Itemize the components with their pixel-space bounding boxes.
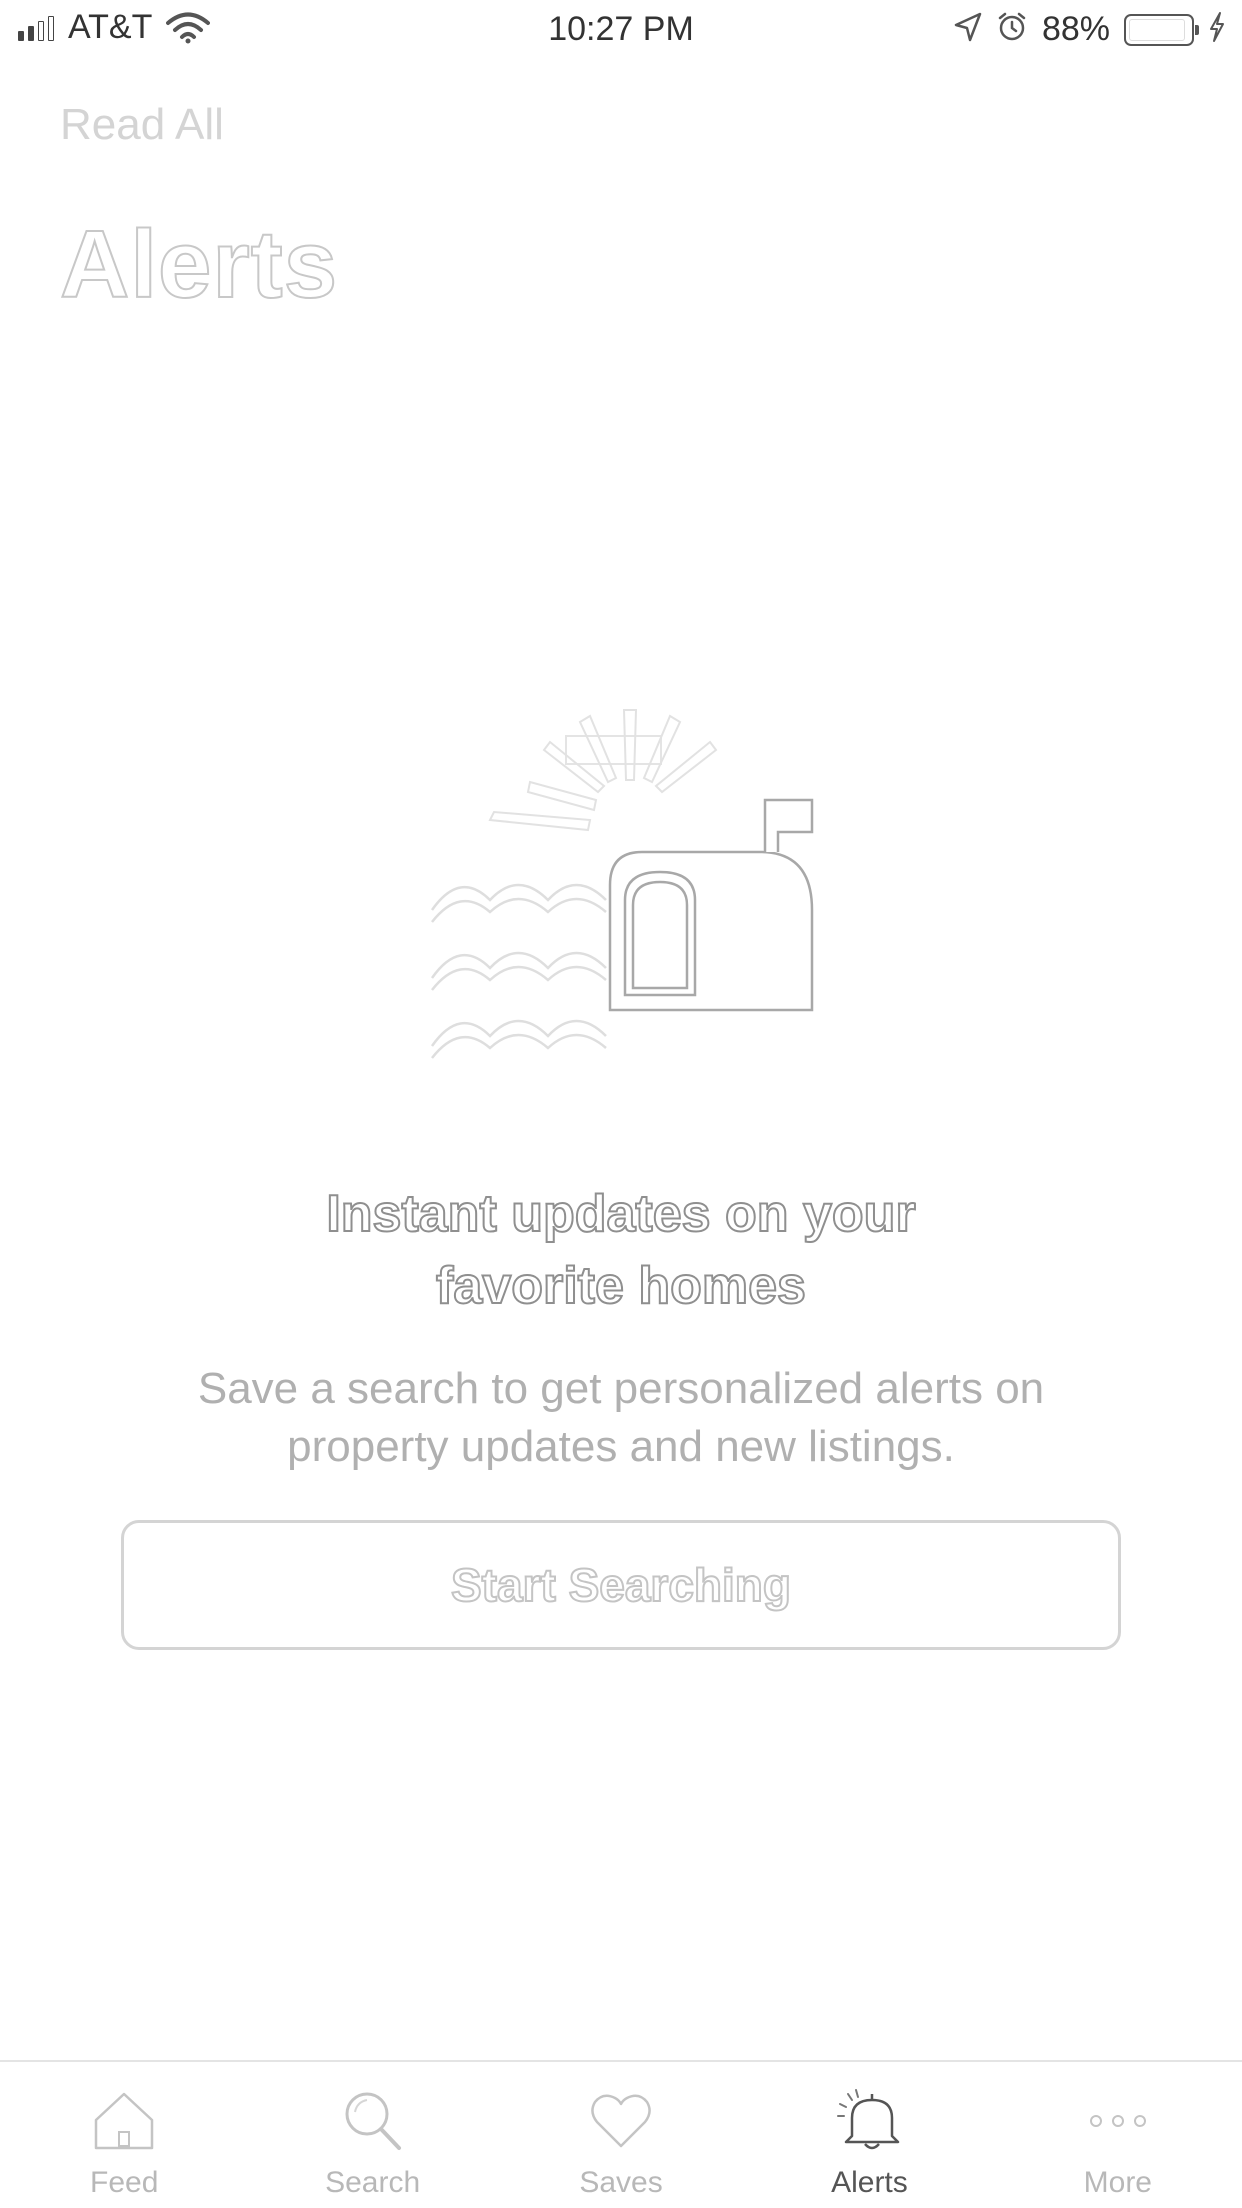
tab-label-feed: Feed [90, 2166, 159, 2199]
empty-state-description-line1: Save a search to get personalized alerts… [197, 1364, 1045, 1413]
bell-icon [834, 2088, 904, 2154]
empty-state-heading-line2: favorite homes [435, 1256, 807, 1316]
tab-label-alerts: Alerts [831, 2166, 908, 2199]
empty-state-heading: Instant updates on your favorite homes [0, 1178, 1242, 1322]
search-icon [341, 2088, 405, 2154]
tab-label-more: More [1083, 2166, 1152, 2199]
alerts-screen: AT&T 10:27 PM 88% Read All Alerts Instan… [0, 0, 1242, 2208]
alarm-clock-icon [996, 11, 1028, 48]
tab-search[interactable]: Search [248, 2062, 496, 2208]
status-bar: AT&T 10:27 PM 88% [0, 0, 1242, 60]
empty-state-description: Save a search to get personalized alerts… [140, 1360, 1102, 1476]
house-icon [92, 2088, 156, 2154]
battery-icon [1124, 13, 1199, 46]
empty-state-description-line2: property updates and new listings. [287, 1422, 955, 1471]
tab-label-search: Search [325, 2166, 421, 2199]
water-waves-icon [430, 883, 607, 1059]
mailbox-illustration [420, 700, 840, 1080]
tab-more[interactable]: More [994, 2062, 1242, 2208]
empty-state-heading-line1: Instant updates on your [325, 1184, 916, 1244]
page-title: Alerts [59, 210, 339, 319]
start-searching-button[interactable]: Start Searching [121, 1520, 1121, 1650]
more-dots-icon [1086, 2088, 1150, 2154]
mailbox-icon [608, 798, 814, 1012]
tab-bar: Feed Search Saves Alerts More [0, 2060, 1242, 2208]
charging-bolt-icon [1208, 11, 1226, 48]
tab-alerts[interactable]: Alerts [745, 2062, 993, 2208]
heart-icon [589, 2088, 653, 2154]
sun-rays-icon [565, 735, 662, 765]
read-all-button[interactable]: Read All [60, 100, 224, 150]
tab-saves[interactable]: Saves [497, 2062, 745, 2208]
location-arrow-icon [954, 12, 982, 47]
tab-feed[interactable]: Feed [0, 2062, 248, 2208]
sun-rays-icon [488, 709, 718, 832]
tab-label-saves: Saves [579, 2166, 663, 2199]
status-right: 88% [954, 10, 1226, 49]
battery-percentage: 88% [1041, 10, 1110, 48]
